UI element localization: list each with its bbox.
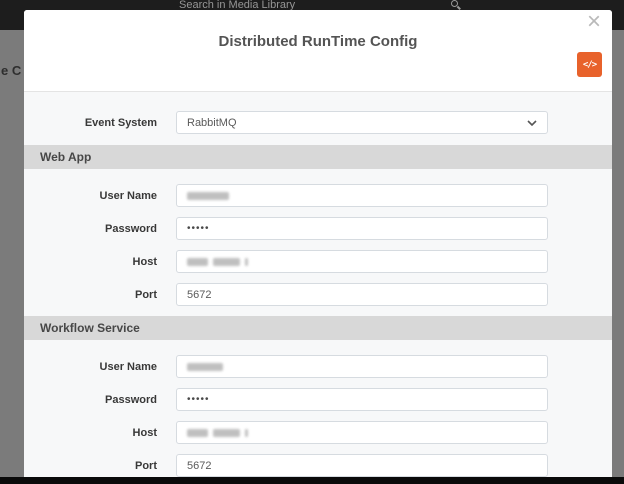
section-header-web-app: Web App (24, 145, 612, 169)
webapp-host-row: Host (24, 250, 612, 273)
dialog-title: Distributed RunTime Config (24, 33, 612, 50)
search-icon[interactable] (451, 0, 458, 7)
webapp-username-row: User Name (24, 184, 612, 207)
webapp-port-input[interactable] (176, 283, 548, 306)
section-header-workflow-service: Workflow Service (24, 316, 612, 340)
workflow-password-row: Password (24, 388, 612, 411)
dialog-header: Distributed RunTime Config × </> (24, 10, 612, 91)
workflow-password-input[interactable] (176, 388, 548, 411)
redacted-value (187, 192, 229, 200)
event-system-value: RabbitMQ (187, 117, 237, 129)
section-title: Workflow Service (40, 321, 140, 335)
host-label: Host (24, 256, 157, 268)
username-label: User Name (24, 361, 157, 373)
username-label: User Name (24, 190, 157, 202)
section-title: Web App (40, 150, 91, 164)
host-label: Host (24, 427, 157, 439)
password-label: Password (24, 394, 157, 406)
close-icon[interactable]: × (582, 10, 606, 36)
workflow-username-input[interactable] (176, 355, 548, 378)
workflow-username-row: User Name (24, 355, 612, 378)
page-bottom-strip (0, 477, 624, 484)
redacted-value (187, 429, 248, 437)
dialog-body: Event System RabbitMQ Web App User Name (24, 91, 612, 477)
event-system-label: Event System (24, 117, 157, 129)
background-page-text-fragment: e C (1, 63, 21, 78)
redacted-value (187, 363, 223, 371)
workflow-host-row: Host (24, 421, 612, 444)
event-system-row: Event System RabbitMQ (24, 111, 612, 134)
webapp-password-row: Password (24, 217, 612, 240)
workflow-port-input[interactable] (176, 454, 548, 477)
webapp-username-input[interactable] (176, 184, 548, 207)
port-label: Port (24, 289, 157, 301)
code-icon-button[interactable]: </> (577, 52, 602, 77)
chevron-down-icon (527, 120, 537, 126)
workflow-port-row: Port (24, 454, 612, 477)
event-system-select[interactable]: RabbitMQ (176, 111, 548, 134)
port-label: Port (24, 460, 157, 472)
password-label: Password (24, 223, 157, 235)
webapp-password-input[interactable] (176, 217, 548, 240)
distributed-runtime-config-dialog: Distributed RunTime Config × </> Event S… (24, 10, 612, 477)
redacted-value (187, 258, 248, 266)
webapp-port-row: Port (24, 283, 612, 306)
